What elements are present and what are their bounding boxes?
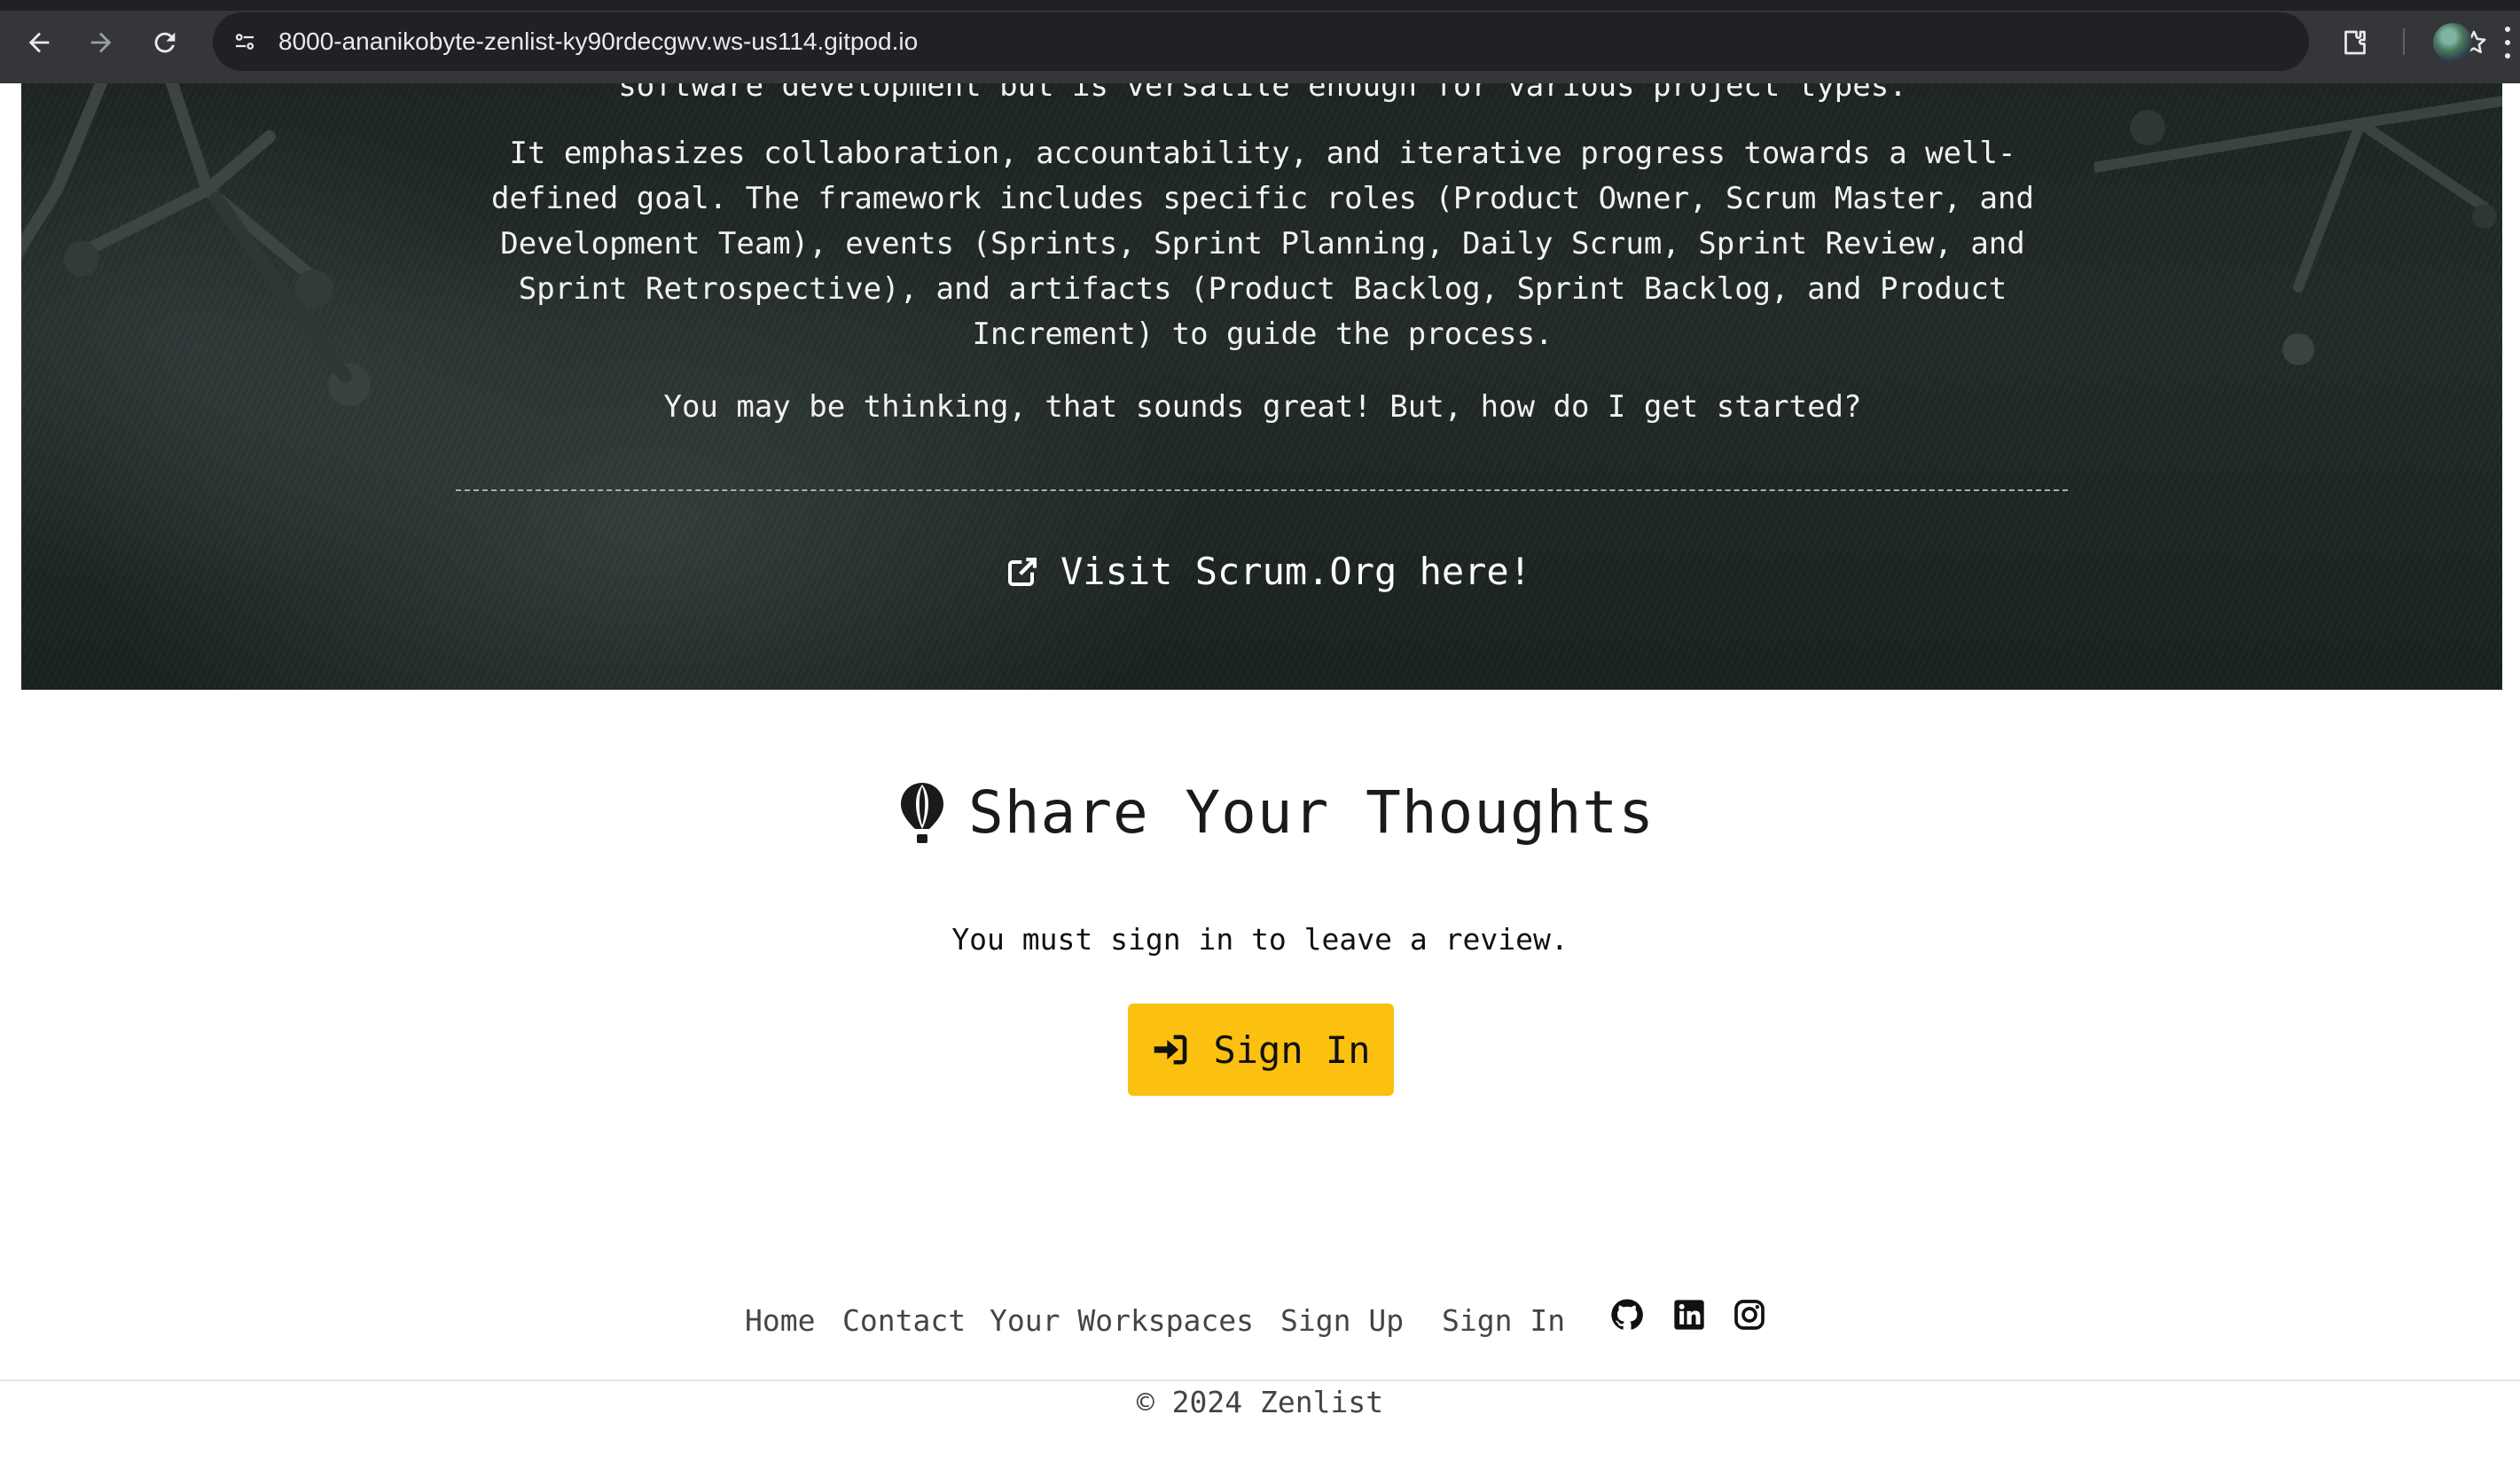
address-bar[interactable]: 8000-ananikobyte-zenlist-ky90rdecgwv.ws-…: [213, 12, 2486, 71]
scrum-description: It emphasizes collaboration, accountabil…: [491, 136, 2034, 352]
hero-text-cut: software development but is versatile en…: [618, 83, 1907, 104]
share-thoughts-title: Share Your Thoughts: [968, 778, 1655, 847]
visit-scrum-label[interactable]: Visit Scrum.Org here!: [1060, 550, 1531, 593]
forward-arrow-icon: [90, 32, 112, 53]
footer-link-home[interactable]: Home: [745, 1303, 815, 1338]
sign-in-icon: [1154, 1035, 1187, 1065]
sign-in-button[interactable]: Sign In: [1128, 1004, 1394, 1096]
back-button[interactable]: [16, 20, 62, 66]
browser-toolbar: 8000-ananikobyte-zenlist-ky90rdecgwv.ws-…: [0, 0, 2520, 83]
get-started-question: You may be thinking, that sounds great! …: [663, 389, 1862, 425]
hero-section: software development but is versatile en…: [21, 83, 2502, 690]
forward-button[interactable]: [78, 20, 124, 66]
back-arrow-icon: [28, 32, 50, 53]
site-info-icon[interactable]: [229, 26, 261, 58]
office-chair-image-right: [2094, 96, 2502, 365]
github-icon[interactable]: [1608, 1296, 1646, 1333]
linkedin-icon[interactable]: [1671, 1296, 1708, 1333]
visit-scrum-link[interactable]: Visit Scrum.Org here!: [1006, 544, 1531, 598]
share-thoughts-heading: Share Your Thoughts: [899, 778, 1655, 847]
footer-link-sign-up[interactable]: Sign Up: [1280, 1303, 1404, 1338]
dashed-divider: [456, 489, 2068, 491]
extensions-icon[interactable]: [2334, 21, 2376, 64]
toolbar-divider: [2403, 28, 2405, 55]
instagram-icon[interactable]: [1731, 1296, 1768, 1333]
footer-divider: [0, 1379, 2520, 1381]
tab-strip: [0, 0, 2520, 11]
browser-menu-icon[interactable]: [2502, 27, 2513, 59]
office-chair-image: [21, 83, 371, 406]
sign-in-button-label[interactable]: Sign In: [1213, 1028, 1370, 1072]
url-text[interactable]: 8000-ananikobyte-zenlist-ky90rdecgwv.ws-…: [278, 25, 918, 59]
footer-link-sign-in[interactable]: Sign In: [1442, 1303, 1565, 1338]
reload-icon: [154, 32, 176, 53]
reload-button[interactable]: [142, 20, 188, 66]
footer-link-contact[interactable]: Contact: [842, 1303, 966, 1338]
external-link-icon: [1008, 558, 1037, 586]
hot-air-balloon-icon: [901, 782, 943, 843]
profile-avatar[interactable]: [2433, 23, 2472, 62]
footer-link-workspaces[interactable]: Your Workspaces: [990, 1303, 1254, 1338]
sign-in-required-message: You must sign in to leave a review.: [951, 922, 1569, 957]
copyright-text: © 2024 Zenlist: [1136, 1385, 1384, 1419]
